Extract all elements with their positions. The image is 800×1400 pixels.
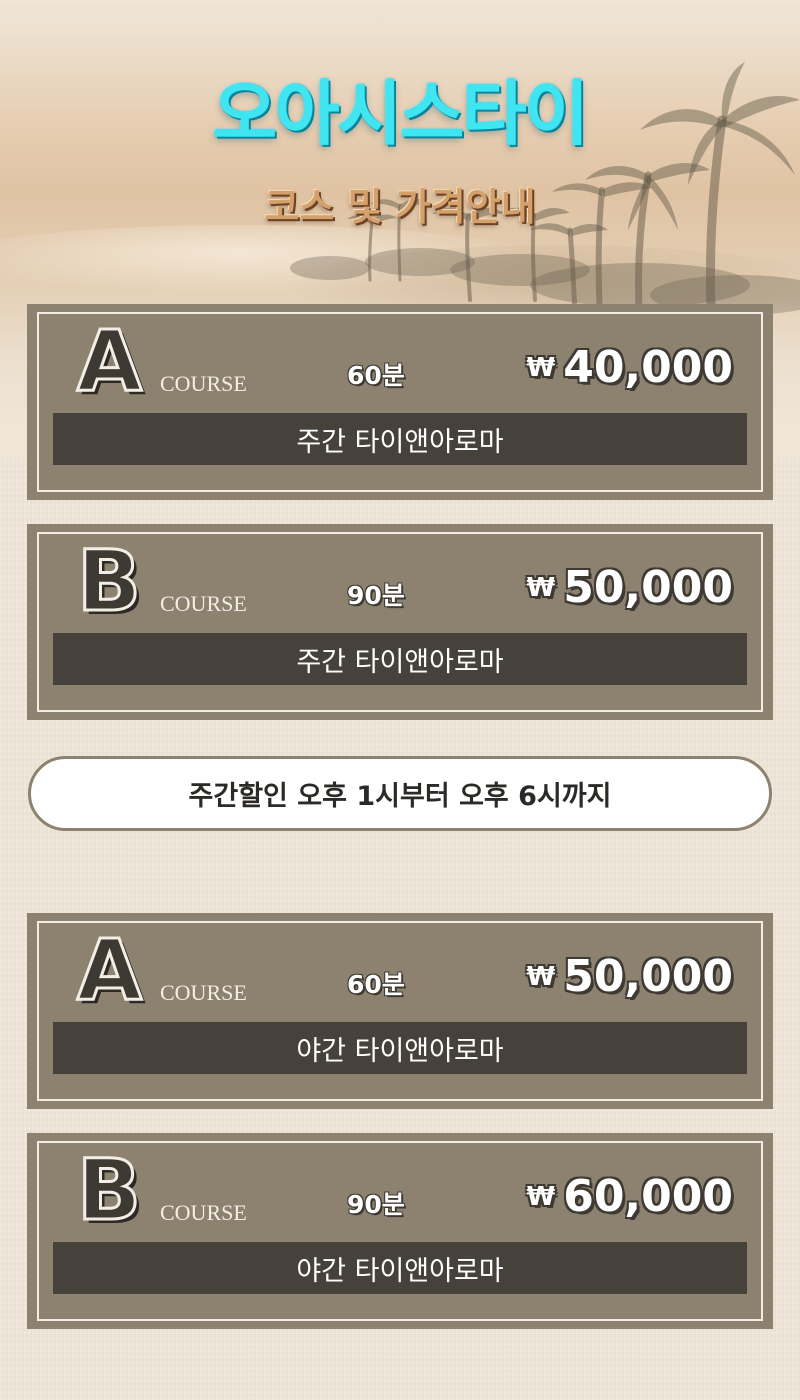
course-duration: 60분 xyxy=(347,361,405,390)
course-duration: 60분 xyxy=(347,970,405,999)
card-border xyxy=(37,1141,763,1321)
page-subtitle: 코스 및 가격안내 xyxy=(264,185,536,229)
price-amount: 40,000 xyxy=(563,342,733,393)
course-description: 야간 타이앤아로마 xyxy=(53,1022,747,1074)
course-duration: 90분 xyxy=(347,581,405,610)
course-label: COURSE xyxy=(160,591,247,616)
course-card-day-a: A COURSE 60분 ₩40,000 주간 타이앤아로마 xyxy=(27,304,773,500)
won-currency-symbol: ₩ xyxy=(526,573,556,603)
course-price: ₩50,000 xyxy=(527,951,733,1002)
price-amount: 60,000 xyxy=(563,1171,733,1222)
course-card-day-b: B COURSE 90분 ₩50,000 주간 타이앤아로마 xyxy=(27,524,773,720)
course-letter: B xyxy=(75,532,142,630)
course-card-night-a: A COURSE 60분 ₩50,000 야간 타이앤아로마 xyxy=(27,913,773,1109)
discount-notice: 주간할인 오후 1시부터 오후 6시까지 xyxy=(28,756,772,831)
course-letter: A xyxy=(75,312,143,410)
won-currency-symbol: ₩ xyxy=(526,962,556,992)
price-amount: 50,000 xyxy=(563,951,733,1002)
course-label: COURSE xyxy=(160,371,247,396)
course-description: 주간 타이앤아로마 xyxy=(53,413,747,465)
card-border xyxy=(37,312,763,492)
course-price: ₩40,000 xyxy=(527,342,733,393)
course-duration: 90분 xyxy=(347,1190,405,1219)
won-currency-symbol: ₩ xyxy=(526,1182,556,1212)
course-letter: A xyxy=(75,921,143,1019)
course-description: 야간 타이앤아로마 xyxy=(53,1242,747,1294)
price-amount: 50,000 xyxy=(563,562,733,613)
course-label: COURSE xyxy=(160,980,247,1005)
card-border xyxy=(37,532,763,712)
course-card-night-b: B COURSE 90분 ₩60,000 야간 타이앤아로마 xyxy=(27,1133,773,1329)
card-border xyxy=(37,921,763,1101)
course-letter: B xyxy=(75,1141,142,1239)
course-description: 주간 타이앤아로마 xyxy=(53,633,747,685)
won-currency-symbol: ₩ xyxy=(526,353,556,383)
page-title: 오아시스타이 xyxy=(212,73,589,155)
course-price: ₩60,000 xyxy=(527,1171,733,1222)
course-price: ₩50,000 xyxy=(527,562,733,613)
course-label: COURSE xyxy=(160,1200,247,1225)
